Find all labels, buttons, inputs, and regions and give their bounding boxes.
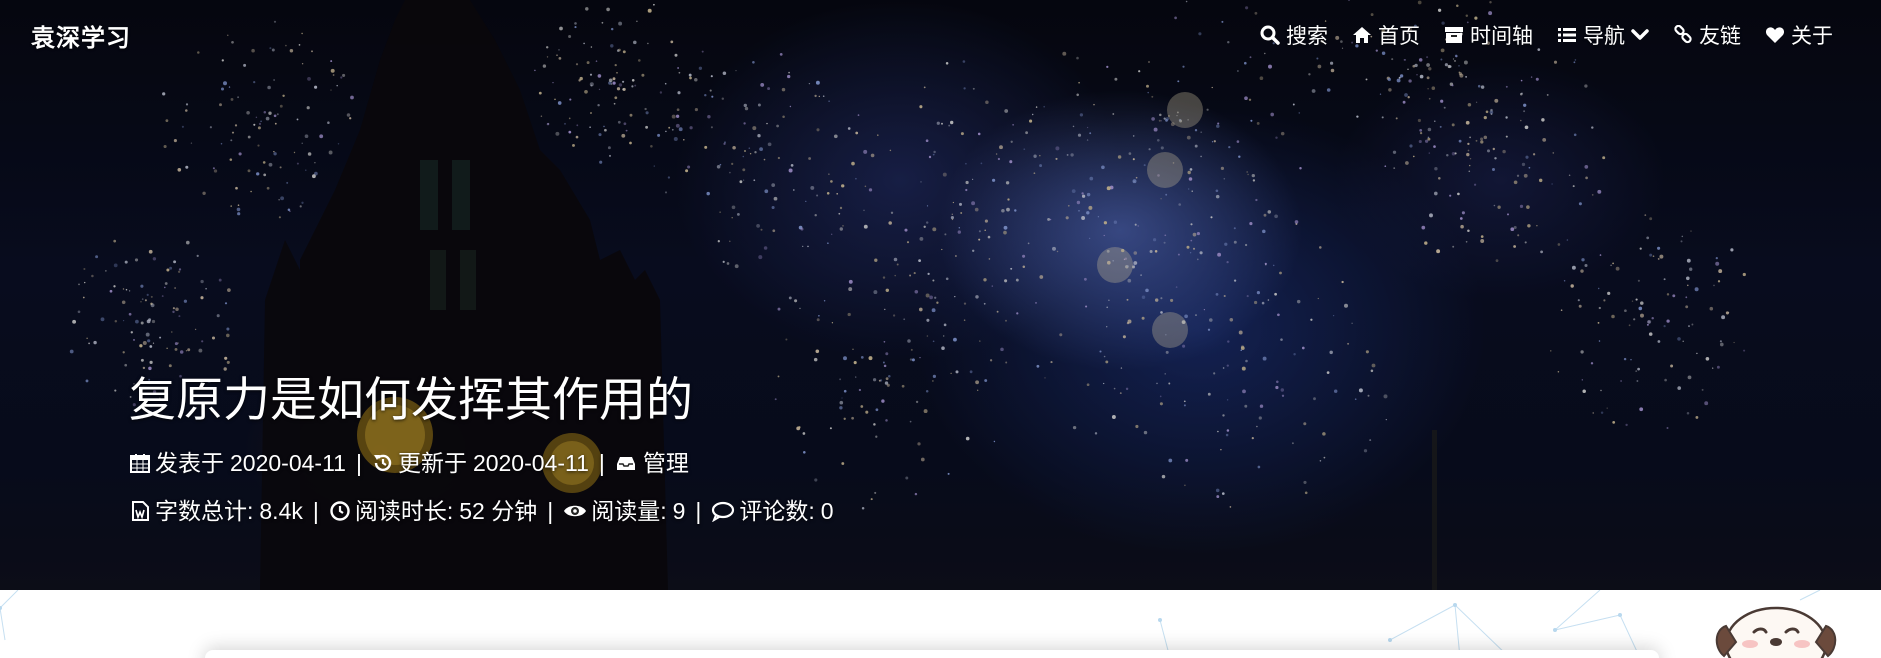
comments-label: 评论数: (739, 498, 815, 524)
published-date: 2020-04-11 (230, 450, 346, 476)
comment-icon (712, 501, 735, 522)
read-time-label: 阅读时长: (354, 498, 454, 524)
post-title: 复原力是如何发挥其作用的 (129, 373, 693, 426)
nav-friends-label: 友链 (1699, 25, 1741, 48)
post-content-card (205, 650, 1659, 658)
site-brand[interactable]: 袁深学习 (31, 18, 131, 53)
meta-separator: | (355, 450, 362, 476)
dog-mascot-icon[interactable] (1710, 596, 1842, 658)
clock-icon (330, 501, 350, 521)
views-label: 阅读量: (591, 498, 667, 524)
word-count-value: 8.4k (259, 498, 303, 524)
post-word-count: 字数总计: 8.4k (129, 494, 303, 528)
post-published: 发表于 2020-04-11 (129, 446, 346, 480)
meta-separator: | (312, 498, 319, 524)
top-navbar: 袁深学习 搜索 首页 时间轴 导航 友链 关于 (0, 0, 1881, 68)
nav-search-label: 搜索 (1286, 25, 1328, 48)
post-meta-dates: 发表于 2020-04-11 | 更新于 2020-04-11 | 管理 (129, 446, 834, 480)
meta-separator: | (547, 498, 554, 524)
word-count-label: 字数总计: (155, 498, 254, 524)
meta-separator: | (598, 450, 605, 476)
archive-icon (1445, 27, 1463, 43)
views-value: 9 (672, 498, 686, 524)
nav-timeline-label: 时间轴 (1470, 25, 1533, 48)
published-label: 发表于 (155, 450, 224, 476)
inbox-icon (616, 457, 635, 470)
nav-home-label: 首页 (1378, 25, 1420, 48)
updated-label: 更新于 (397, 450, 467, 476)
search-icon (1260, 25, 1280, 45)
post-updated: 更新于 2020-04-11 (372, 446, 589, 480)
file-word-icon (132, 501, 149, 521)
nav-about[interactable]: 关于 (1765, 20, 1833, 50)
post-views: 阅读量: 9 (563, 494, 685, 528)
link-icon (1674, 25, 1692, 44)
post-read-time: 阅读时长: 52 分钟 (329, 494, 537, 528)
nav-friends[interactable]: 友链 (1673, 20, 1741, 50)
nav-navigation-dropdown[interactable]: 导航 (1557, 20, 1649, 50)
post-comments-link[interactable]: 评论数: 0 (711, 494, 834, 528)
history-icon (373, 454, 392, 472)
nav-about-label: 关于 (1791, 25, 1833, 48)
nav-search[interactable]: 搜索 (1260, 20, 1328, 50)
meta-separator: | (695, 498, 702, 524)
calendar-icon (130, 454, 150, 473)
updated-date: 2020-04-11 (472, 450, 589, 476)
eye-icon (564, 505, 587, 517)
nav-home[interactable]: 首页 (1352, 20, 1420, 50)
content-area (0, 590, 1881, 658)
particle-network-background (0, 590, 1821, 658)
post-info: 复原力是如何发挥其作用的 发表于 2020-04-11 | 更新于 2020-0… (129, 370, 834, 542)
post-meta-stats: 字数总计: 8.4k | 阅读时长: 52 分钟 | 阅读量: 9 | 评论数:… (129, 494, 834, 528)
heart-icon (1765, 27, 1785, 43)
home-icon (1353, 27, 1371, 43)
list-icon (1558, 28, 1576, 42)
post-category-link[interactable]: 管理 (615, 446, 689, 480)
comments-value: 0 (820, 498, 834, 524)
read-time-value: 52 分钟 (459, 498, 538, 524)
post-category: 管理 (642, 450, 689, 476)
nav-timeline[interactable]: 时间轴 (1444, 20, 1533, 50)
chevron-down-icon (1631, 29, 1649, 40)
nav-navigation-label: 导航 (1583, 25, 1625, 48)
nav-menu: 搜索 首页 时间轴 导航 友链 关于 (1236, 20, 1833, 50)
